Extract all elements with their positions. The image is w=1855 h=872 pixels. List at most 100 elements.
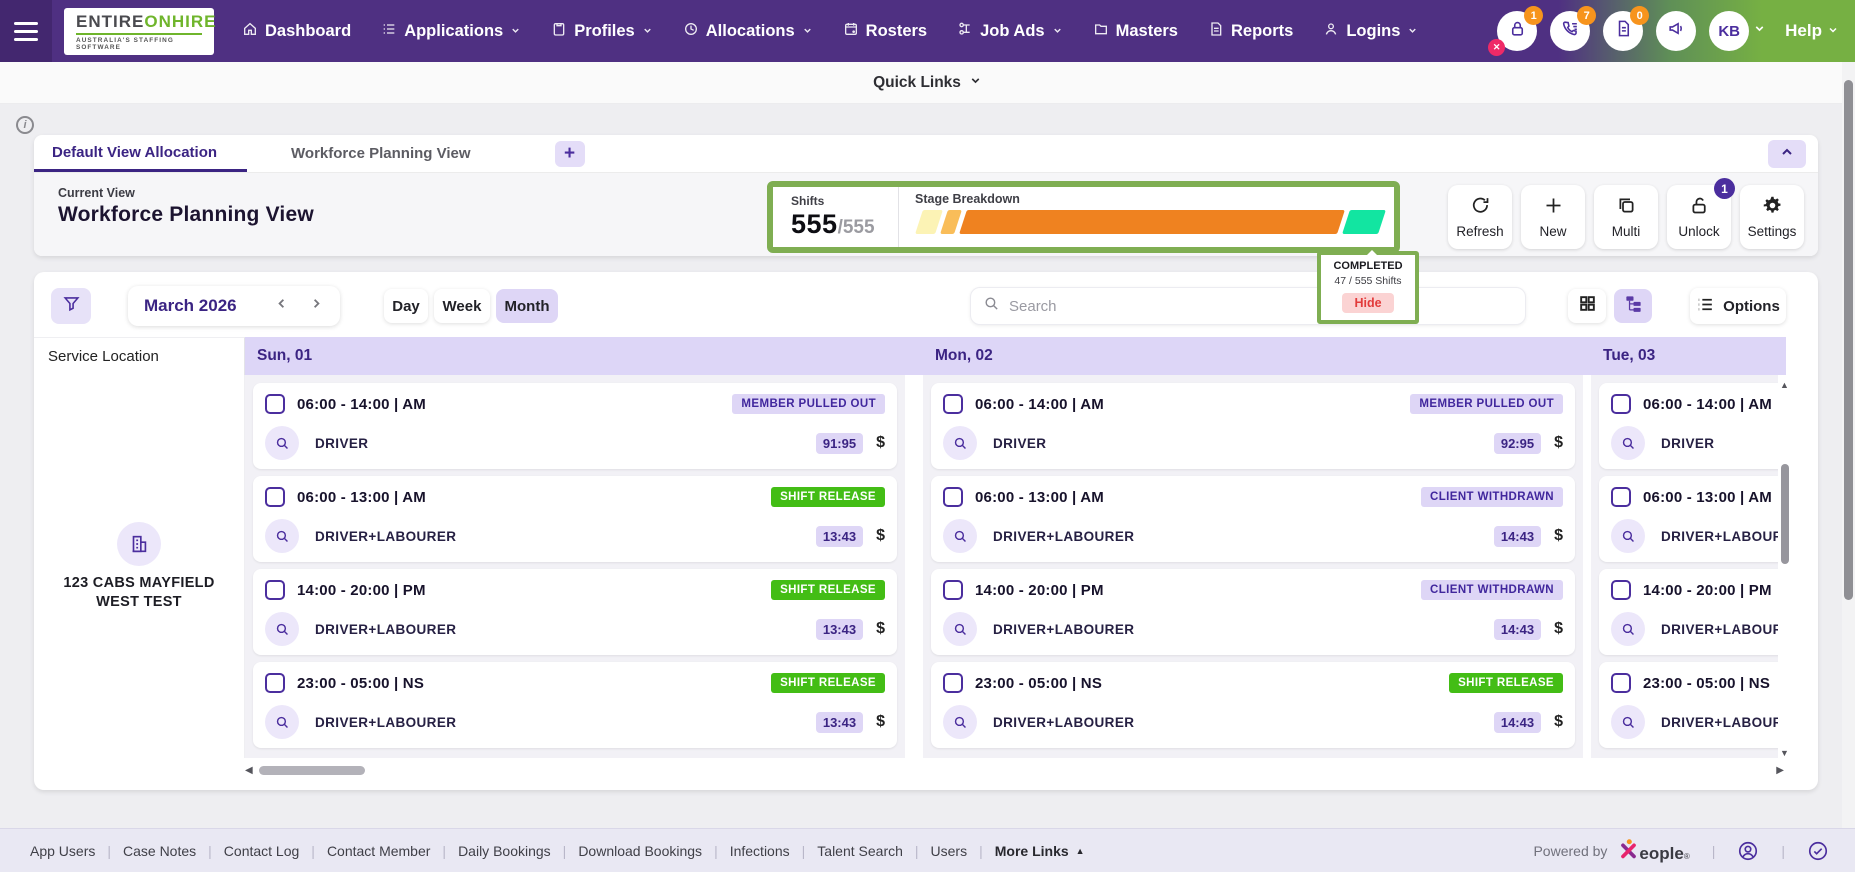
shift-checkbox[interactable] bbox=[943, 394, 963, 414]
search-shift-icon[interactable] bbox=[1611, 705, 1645, 739]
unlock-button[interactable]: 1 Unlock bbox=[1667, 185, 1731, 249]
close-icon[interactable]: ✕ bbox=[1488, 39, 1505, 56]
service-location-cell[interactable]: 123 CABS MAYFIELD WEST TEST bbox=[34, 375, 245, 758]
shift-checkbox[interactable] bbox=[1611, 487, 1631, 507]
nav-item-profiles[interactable]: Profiles bbox=[551, 21, 653, 42]
nav-item-applications[interactable]: Applications bbox=[381, 21, 521, 42]
shift-checkbox[interactable] bbox=[943, 487, 963, 507]
multi-button[interactable]: Multi bbox=[1594, 185, 1658, 249]
shift-card[interactable]: 14:00 - 20:00 | PM SHIFT RELEASE DRIVER+… bbox=[253, 569, 897, 655]
footer-link-case-notes[interactable]: Case Notes bbox=[123, 843, 196, 859]
nav-item-reports[interactable]: Reports bbox=[1208, 21, 1293, 42]
search-shift-icon[interactable] bbox=[1611, 612, 1645, 646]
refresh-button[interactable]: Refresh bbox=[1448, 185, 1512, 249]
vertical-scrollbar[interactable]: ▲ ▼ bbox=[1778, 380, 1792, 758]
add-tab-button[interactable]: + bbox=[555, 141, 585, 167]
check-circle-icon[interactable] bbox=[1807, 840, 1829, 862]
shift-checkbox[interactable] bbox=[1611, 394, 1631, 414]
nav-item-dashboard[interactable]: Dashboard bbox=[242, 21, 351, 42]
dollar-icon[interactable]: $ bbox=[1554, 713, 1563, 731]
month-selector[interactable]: March 2026 bbox=[128, 286, 340, 326]
horizontal-scroll-thumb[interactable] bbox=[259, 766, 365, 775]
search-shift-icon[interactable] bbox=[943, 612, 977, 646]
next-month-icon[interactable] bbox=[309, 296, 324, 316]
dollar-icon[interactable]: $ bbox=[1554, 527, 1563, 545]
search-shift-icon[interactable] bbox=[265, 519, 299, 553]
shift-card[interactable]: 14:00 - 20:00 | PM DRIVER+LABOURER bbox=[1599, 569, 1778, 655]
dollar-icon[interactable]: $ bbox=[876, 620, 885, 638]
shift-card[interactable]: 23:00 - 05:00 | NS SHIFT RELEASE DRIVER+… bbox=[253, 662, 897, 748]
shift-card[interactable]: 23:00 - 05:00 | NS SHIFT RELEASE DRIVER+… bbox=[931, 662, 1575, 748]
shift-checkbox[interactable] bbox=[943, 580, 963, 600]
xeople-logo[interactable]: eople ® bbox=[1619, 838, 1689, 864]
dollar-icon[interactable]: $ bbox=[1554, 620, 1563, 638]
search-shift-icon[interactable] bbox=[1611, 426, 1645, 460]
search-shift-icon[interactable] bbox=[265, 612, 299, 646]
footer-link-infections[interactable]: Infections bbox=[730, 843, 790, 859]
shift-checkbox[interactable] bbox=[1611, 673, 1631, 693]
search-shift-icon[interactable] bbox=[943, 705, 977, 739]
nav-item-masters[interactable]: Masters bbox=[1093, 21, 1178, 42]
search-shift-icon[interactable] bbox=[265, 426, 299, 460]
view-month-button[interactable]: Month bbox=[496, 289, 558, 323]
settings-button[interactable]: Settings bbox=[1740, 185, 1804, 249]
page-scrollbar[interactable] bbox=[1842, 62, 1855, 828]
view-week-button[interactable]: Week bbox=[434, 289, 490, 323]
options-button[interactable]: Options bbox=[1690, 288, 1786, 324]
shift-checkbox[interactable] bbox=[943, 673, 963, 693]
prev-month-icon[interactable] bbox=[274, 296, 289, 316]
stage-segment-completed[interactable] bbox=[1342, 210, 1386, 234]
shift-checkbox[interactable] bbox=[265, 673, 285, 693]
filter-button[interactable] bbox=[51, 288, 91, 324]
scroll-right-icon[interactable]: ▶ bbox=[1776, 764, 1784, 777]
avatar[interactable]: KB bbox=[1709, 11, 1749, 51]
tab-workforce-planning-view[interactable]: Workforce Planning View bbox=[273, 135, 499, 172]
scroll-left-icon[interactable]: ◀ bbox=[245, 764, 253, 777]
scroll-up-icon[interactable]: ▲ bbox=[1780, 380, 1789, 390]
nav-item-job-ads[interactable]: Job Ads bbox=[957, 21, 1062, 42]
megaphone-notification-button[interactable] bbox=[1656, 11, 1696, 51]
dollar-icon[interactable]: $ bbox=[876, 434, 885, 452]
new-button[interactable]: New bbox=[1521, 185, 1585, 249]
search-shift-icon[interactable] bbox=[265, 705, 299, 739]
footer-link-contact-member[interactable]: Contact Member bbox=[327, 843, 430, 859]
shift-checkbox[interactable] bbox=[265, 394, 285, 414]
scroll-down-icon[interactable]: ▼ bbox=[1780, 748, 1789, 758]
footer-link-daily-bookings[interactable]: Daily Bookings bbox=[458, 843, 551, 859]
shift-card[interactable]: 06:00 - 14:00 | AM DRIVER bbox=[1599, 383, 1778, 469]
shift-card[interactable]: 06:00 - 13:00 | AM CLIENT WITHDRAWN DRIV… bbox=[931, 476, 1575, 562]
footer-link-users[interactable]: Users bbox=[931, 843, 968, 859]
hamburger-menu-icon[interactable] bbox=[0, 0, 52, 62]
nav-item-logins[interactable]: Logins bbox=[1323, 21, 1418, 42]
more-links-button[interactable]: More Links ▲ bbox=[995, 843, 1085, 859]
help-menu[interactable]: Help bbox=[1785, 21, 1839, 41]
view-day-button[interactable]: Day bbox=[384, 289, 428, 323]
info-icon[interactable]: i bbox=[16, 116, 34, 134]
collapse-panel-button[interactable] bbox=[1768, 140, 1806, 168]
search-input[interactable] bbox=[1009, 298, 1513, 315]
shift-checkbox[interactable] bbox=[265, 580, 285, 600]
phone-notification-button[interactable]: 7 bbox=[1550, 11, 1590, 51]
page-scroll-thumb[interactable] bbox=[1844, 80, 1853, 600]
shift-checkbox[interactable] bbox=[265, 487, 285, 507]
stage-segment-yellow[interactable] bbox=[915, 210, 943, 234]
footer-link-app-users[interactable]: App Users bbox=[30, 843, 95, 859]
dollar-icon[interactable]: $ bbox=[1554, 434, 1563, 452]
dollar-icon[interactable]: $ bbox=[876, 713, 885, 731]
profile-circle-icon[interactable] bbox=[1737, 840, 1759, 862]
hide-button[interactable]: Hide bbox=[1342, 293, 1393, 313]
footer-link-download-bookings[interactable]: Download Bookings bbox=[578, 843, 702, 859]
stage-segment-amber[interactable] bbox=[940, 210, 962, 234]
grid-view-button[interactable] bbox=[1568, 289, 1606, 323]
shift-card[interactable]: 23:00 - 05:00 | NS DRIVER+LABOURER bbox=[1599, 662, 1778, 748]
dollar-icon[interactable]: $ bbox=[876, 527, 885, 545]
nav-item-rosters[interactable]: Rosters bbox=[843, 21, 927, 42]
lock-notification-button[interactable]: 1 ✕ bbox=[1497, 11, 1537, 51]
footer-link-talent-search[interactable]: Talent Search bbox=[817, 843, 903, 859]
shift-card[interactable]: 06:00 - 13:00 | AM SHIFT RELEASE DRIVER+… bbox=[253, 476, 897, 562]
shift-card[interactable]: 14:00 - 20:00 | PM CLIENT WITHDRAWN DRIV… bbox=[931, 569, 1575, 655]
shift-card[interactable]: 06:00 - 14:00 | AM MEMBER PULLED OUT DRI… bbox=[931, 383, 1575, 469]
shift-card[interactable]: 06:00 - 14:00 | AM MEMBER PULLED OUT DRI… bbox=[253, 383, 897, 469]
tab-default-view-allocation[interactable]: Default View Allocation bbox=[34, 135, 247, 172]
vertical-scroll-thumb[interactable] bbox=[1781, 464, 1789, 564]
